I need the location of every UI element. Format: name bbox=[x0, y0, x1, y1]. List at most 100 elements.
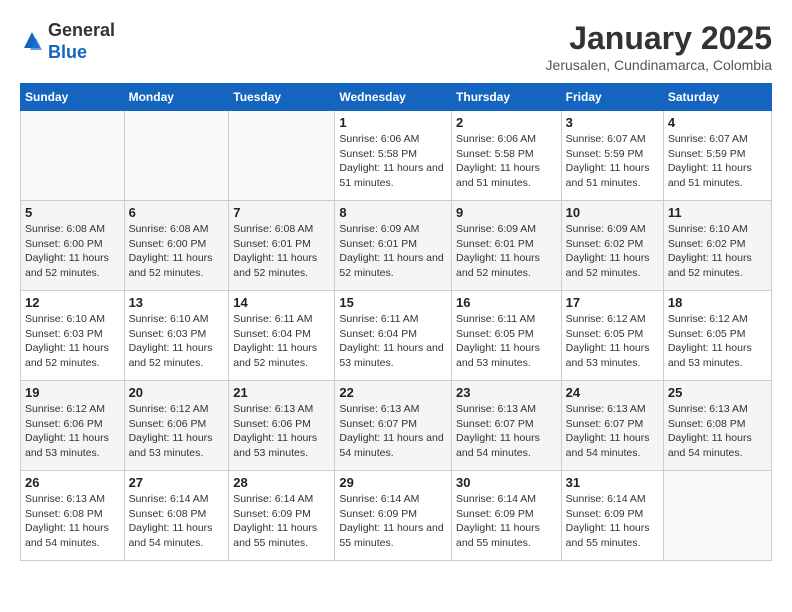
day-number: 15 bbox=[339, 295, 447, 310]
day-number: 24 bbox=[566, 385, 659, 400]
day-number: 9 bbox=[456, 205, 557, 220]
day-number: 19 bbox=[25, 385, 120, 400]
day-number: 11 bbox=[668, 205, 767, 220]
day-info: Sunrise: 6:10 AMSunset: 6:03 PMDaylight:… bbox=[25, 312, 120, 371]
week-row-5: 26 Sunrise: 6:13 AMSunset: 6:08 PMDayligh… bbox=[21, 471, 772, 561]
day-info: Sunrise: 6:06 AMSunset: 5:58 PMDaylight:… bbox=[456, 132, 557, 191]
day-info: Sunrise: 6:09 AMSunset: 6:01 PMDaylight:… bbox=[456, 222, 557, 281]
day-cell: 31 Sunrise: 6:14 AMSunset: 6:09 PMDayligh… bbox=[561, 471, 663, 561]
month-title: January 2025 bbox=[546, 20, 772, 57]
day-info: Sunrise: 6:07 AMSunset: 5:59 PMDaylight:… bbox=[566, 132, 659, 191]
day-cell: 21 Sunrise: 6:13 AMSunset: 6:06 PMDayligh… bbox=[229, 381, 335, 471]
day-number: 1 bbox=[339, 115, 447, 130]
day-number: 16 bbox=[456, 295, 557, 310]
day-cell: 17 Sunrise: 6:12 AMSunset: 6:05 PMDayligh… bbox=[561, 291, 663, 381]
day-number: 12 bbox=[25, 295, 120, 310]
location-subtitle: Jerusalen, Cundinamarca, Colombia bbox=[546, 57, 772, 73]
day-info: Sunrise: 6:10 AMSunset: 6:03 PMDaylight:… bbox=[129, 312, 225, 371]
day-cell: 28 Sunrise: 6:14 AMSunset: 6:09 PMDayligh… bbox=[229, 471, 335, 561]
day-cell: 10Sunrise: 6:09 AMSunset: 6:02 PMDayligh… bbox=[561, 201, 663, 291]
day-cell: 19 Sunrise: 6:12 AMSunset: 6:06 PMDayligh… bbox=[21, 381, 125, 471]
day-cell: 4Sunrise: 6:07 AMSunset: 5:59 PMDaylight… bbox=[663, 111, 771, 201]
day-info: Sunrise: 6:14 AMSunset: 6:09 PMDaylight:… bbox=[339, 492, 447, 551]
day-info: Sunrise: 6:14 AMSunset: 6:09 PMDaylight:… bbox=[566, 492, 659, 551]
day-number: 30 bbox=[456, 475, 557, 490]
day-info: Sunrise: 6:12 AMSunset: 6:05 PMDaylight:… bbox=[668, 312, 767, 371]
day-number: 25 bbox=[668, 385, 767, 400]
day-cell: 6 Sunrise: 6:08 AMSunset: 6:00 PMDaylight… bbox=[124, 201, 229, 291]
day-number: 7 bbox=[233, 205, 330, 220]
day-info: Sunrise: 6:08 AMSunset: 6:00 PMDaylight:… bbox=[25, 222, 120, 281]
day-cell: 3Sunrise: 6:07 AMSunset: 5:59 PMDaylight… bbox=[561, 111, 663, 201]
header-saturday: Saturday bbox=[663, 84, 771, 111]
day-info: Sunrise: 6:12 AMSunset: 6:06 PMDaylight:… bbox=[129, 402, 225, 461]
logo: General Blue bbox=[20, 20, 115, 63]
day-info: Sunrise: 6:13 AMSunset: 6:06 PMDaylight:… bbox=[233, 402, 330, 461]
day-cell: 16Sunrise: 6:11 AMSunset: 6:05 PMDayligh… bbox=[452, 291, 562, 381]
day-cell: 15 Sunrise: 6:11 AMSunset: 6:04 PMDayligh… bbox=[335, 291, 452, 381]
day-cell: 13 Sunrise: 6:10 AMSunset: 6:03 PMDayligh… bbox=[124, 291, 229, 381]
week-row-3: 12 Sunrise: 6:10 AMSunset: 6:03 PMDayligh… bbox=[21, 291, 772, 381]
day-number: 27 bbox=[129, 475, 225, 490]
day-cell bbox=[663, 471, 771, 561]
day-number: 20 bbox=[129, 385, 225, 400]
day-number: 17 bbox=[566, 295, 659, 310]
day-cell: 5 Sunrise: 6:08 AMSunset: 6:00 PMDaylight… bbox=[21, 201, 125, 291]
day-info: Sunrise: 6:07 AMSunset: 5:59 PMDaylight:… bbox=[668, 132, 767, 191]
day-number: 13 bbox=[129, 295, 225, 310]
day-cell bbox=[124, 111, 229, 201]
day-number: 6 bbox=[129, 205, 225, 220]
day-cell: 23 Sunrise: 6:13 AMSunset: 6:07 PMDayligh… bbox=[452, 381, 562, 471]
day-cell: 29 Sunrise: 6:14 AMSunset: 6:09 PMDayligh… bbox=[335, 471, 452, 561]
title-section: January 2025 Jerusalen, Cundinamarca, Co… bbox=[546, 20, 772, 73]
day-info: Sunrise: 6:12 AMSunset: 6:05 PMDaylight:… bbox=[566, 312, 659, 371]
header-sunday: Sunday bbox=[21, 84, 125, 111]
day-number: 21 bbox=[233, 385, 330, 400]
day-number: 29 bbox=[339, 475, 447, 490]
day-cell: 27 Sunrise: 6:14 AMSunset: 6:08 PMDayligh… bbox=[124, 471, 229, 561]
day-info: Sunrise: 6:06 AMSunset: 5:58 PMDaylight:… bbox=[339, 132, 447, 191]
day-info: Sunrise: 6:13 AMSunset: 6:07 PMDaylight:… bbox=[456, 402, 557, 461]
day-cell: 8 Sunrise: 6:09 AMSunset: 6:01 PMDaylight… bbox=[335, 201, 452, 291]
day-cell: 2 Sunrise: 6:06 AMSunset: 5:58 PMDaylight… bbox=[452, 111, 562, 201]
day-cell bbox=[229, 111, 335, 201]
day-info: Sunrise: 6:10 AMSunset: 6:02 PMDaylight:… bbox=[668, 222, 767, 281]
day-info: Sunrise: 6:13 AMSunset: 6:07 PMDaylight:… bbox=[566, 402, 659, 461]
day-number: 23 bbox=[456, 385, 557, 400]
day-number: 18 bbox=[668, 295, 767, 310]
day-number: 2 bbox=[456, 115, 557, 130]
day-number: 14 bbox=[233, 295, 330, 310]
day-info: Sunrise: 6:13 AMSunset: 6:08 PMDaylight:… bbox=[668, 402, 767, 461]
day-info: Sunrise: 6:09 AMSunset: 6:01 PMDaylight:… bbox=[339, 222, 447, 281]
day-number: 8 bbox=[339, 205, 447, 220]
day-number: 31 bbox=[566, 475, 659, 490]
day-info: Sunrise: 6:14 AMSunset: 6:09 PMDaylight:… bbox=[456, 492, 557, 551]
week-row-1: 1 Sunrise: 6:06 AMSunset: 5:58 PMDaylight… bbox=[21, 111, 772, 201]
day-number: 22 bbox=[339, 385, 447, 400]
day-number: 26 bbox=[25, 475, 120, 490]
day-info: Sunrise: 6:14 AMSunset: 6:09 PMDaylight:… bbox=[233, 492, 330, 551]
day-cell: 26 Sunrise: 6:13 AMSunset: 6:08 PMDayligh… bbox=[21, 471, 125, 561]
header-monday: Monday bbox=[124, 84, 229, 111]
day-cell: 11 Sunrise: 6:10 AMSunset: 6:02 PMDayligh… bbox=[663, 201, 771, 291]
header-tuesday: Tuesday bbox=[229, 84, 335, 111]
day-cell bbox=[21, 111, 125, 201]
day-number: 28 bbox=[233, 475, 330, 490]
day-number: 10 bbox=[566, 205, 659, 220]
day-cell: 14 Sunrise: 6:11 AMSunset: 6:04 PMDayligh… bbox=[229, 291, 335, 381]
day-cell: 1 Sunrise: 6:06 AMSunset: 5:58 PMDaylight… bbox=[335, 111, 452, 201]
logo-icon bbox=[20, 30, 44, 54]
day-info: Sunrise: 6:13 AMSunset: 6:08 PMDaylight:… bbox=[25, 492, 120, 551]
day-info: Sunrise: 6:08 AMSunset: 6:00 PMDaylight:… bbox=[129, 222, 225, 281]
day-info: Sunrise: 6:11 AMSunset: 6:04 PMDaylight:… bbox=[339, 312, 447, 371]
day-info: Sunrise: 6:08 AMSunset: 6:01 PMDaylight:… bbox=[233, 222, 330, 281]
header-friday: Friday bbox=[561, 84, 663, 111]
day-info: Sunrise: 6:14 AMSunset: 6:08 PMDaylight:… bbox=[129, 492, 225, 551]
calendar-table: SundayMondayTuesdayWednesdayThursdayFrid… bbox=[20, 83, 772, 561]
day-info: Sunrise: 6:12 AMSunset: 6:06 PMDaylight:… bbox=[25, 402, 120, 461]
day-cell: 9 Sunrise: 6:09 AMSunset: 6:01 PMDaylight… bbox=[452, 201, 562, 291]
day-info: Sunrise: 6:11 AMSunset: 6:04 PMDaylight:… bbox=[233, 312, 330, 371]
day-cell: 30 Sunrise: 6:14 AMSunset: 6:09 PMDayligh… bbox=[452, 471, 562, 561]
header-row: SundayMondayTuesdayWednesdayThursdayFrid… bbox=[21, 84, 772, 111]
day-number: 5 bbox=[25, 205, 120, 220]
